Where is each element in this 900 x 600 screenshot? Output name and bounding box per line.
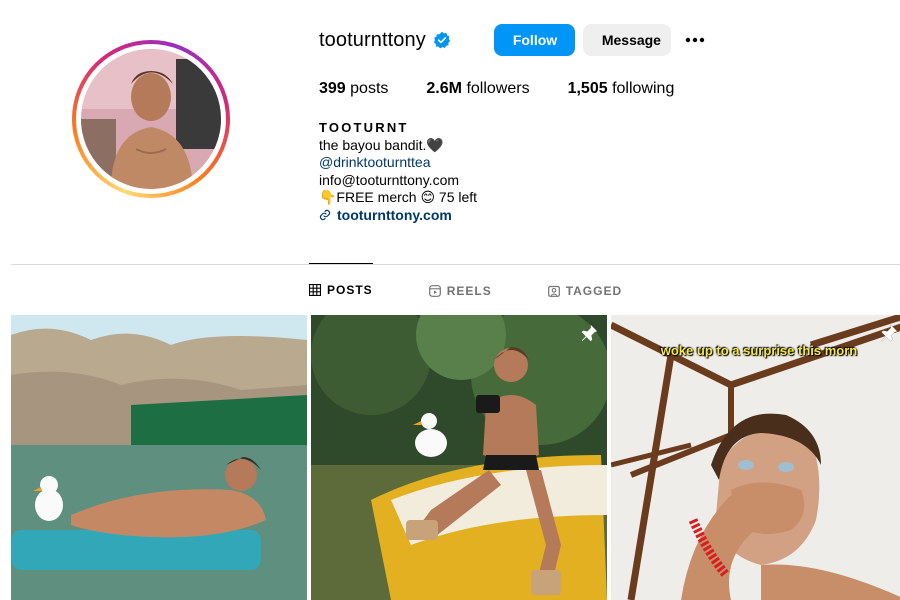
link-icon xyxy=(319,210,331,221)
posts-label: posts xyxy=(350,80,389,97)
pinned-icon xyxy=(581,324,598,342)
avatar-image xyxy=(81,49,221,189)
verified-badge-icon xyxy=(433,31,451,49)
posts-grid: woke up to a surprise this morn xyxy=(11,315,900,600)
followers-stat[interactable]: 2.6M followers xyxy=(426,80,529,98)
bio-link-text: tooturnttony.com xyxy=(337,206,452,223)
tab-posts[interactable]: POSTS xyxy=(309,263,373,315)
following-stat[interactable]: 1,505 following xyxy=(568,80,675,98)
bio-tagline: the bayou bandit.🖤 xyxy=(319,136,444,153)
post-tile[interactable] xyxy=(11,315,307,600)
grid-icon xyxy=(309,283,321,296)
username: tooturnttony xyxy=(319,28,426,51)
post-caption-overlay: woke up to a surprise this morn xyxy=(660,343,858,358)
post-image xyxy=(11,315,307,600)
post-tile[interactable] xyxy=(311,315,607,600)
profile-tabs: POSTS REELS TAGGED xyxy=(309,263,678,316)
bio-external-link[interactable]: tooturnttony.com xyxy=(319,207,477,225)
tab-reels[interactable]: REELS xyxy=(428,264,492,316)
posts-stat: 399 posts xyxy=(319,80,388,98)
avatar-frame xyxy=(76,44,226,194)
followers-label: followers xyxy=(466,80,530,97)
post-image xyxy=(311,315,607,600)
posts-count: 399 xyxy=(319,80,346,97)
pinned-icon xyxy=(881,324,898,342)
following-count: 1,505 xyxy=(567,80,608,97)
reels-icon xyxy=(428,284,441,297)
profile-bio: TOOTURNT the bayou bandit.🖤 @drinktootur… xyxy=(319,119,477,224)
bio-merch: 👇FREE merch 😊 75 left xyxy=(319,189,478,205)
tab-tagged-label: TAGGED xyxy=(565,283,623,298)
post-tile[interactable]: woke up to a surprise this morn xyxy=(611,315,900,600)
profile-avatar[interactable] xyxy=(72,40,230,198)
tab-tagged[interactable]: TAGGED xyxy=(547,264,623,316)
tab-posts-label: POSTS xyxy=(327,282,373,297)
message-button[interactable]: Message xyxy=(582,24,671,56)
profile-header: tooturnttony Follow Message xyxy=(319,24,707,56)
follow-button[interactable]: Follow xyxy=(493,24,575,56)
bio-email: info@tooturnttony.com xyxy=(319,171,460,188)
following-label: following xyxy=(612,80,675,97)
more-options-icon[interactable] xyxy=(683,28,707,52)
profile-stats: 399 posts 2.6M followers 1,505 following xyxy=(319,80,712,98)
tagged-icon xyxy=(547,285,560,297)
tab-reels-label: REELS xyxy=(446,283,492,298)
display-name: TOOTURNT xyxy=(319,120,409,135)
bio-mention-link[interactable]: @drinktooturnttea xyxy=(319,154,477,172)
followers-count: 2.6M xyxy=(426,80,462,97)
